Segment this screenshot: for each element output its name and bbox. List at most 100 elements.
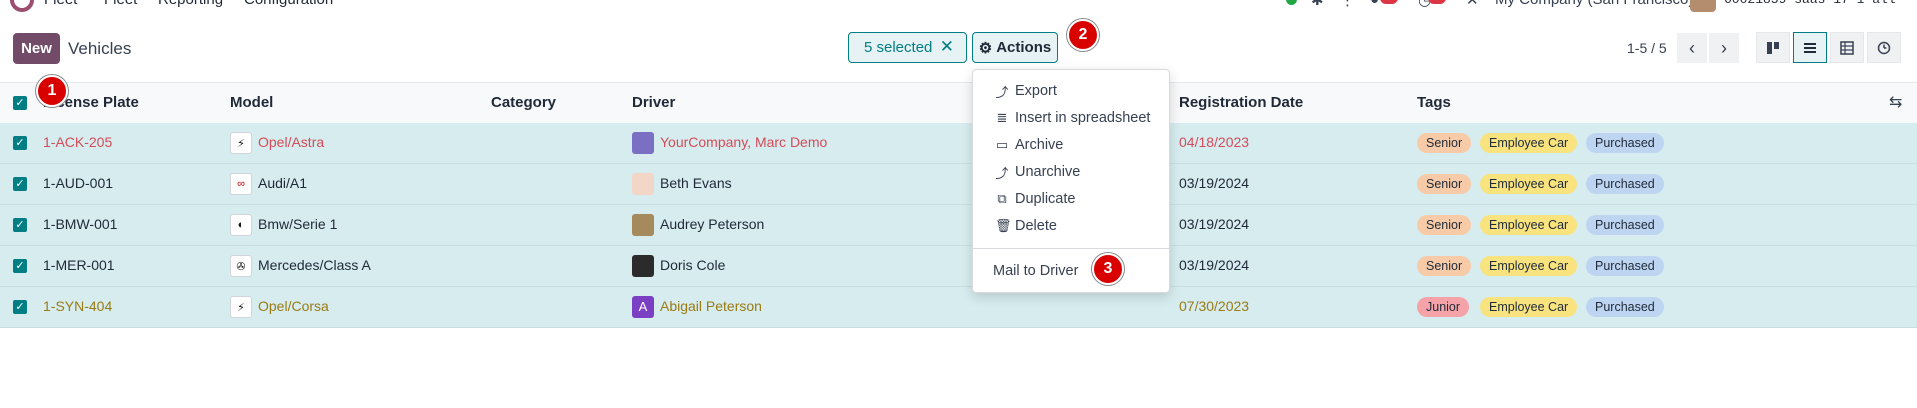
selection-indicator[interactable]: 5 selected ✕ xyxy=(848,32,967,63)
menu-item-archive[interactable]: ▭ Archive xyxy=(973,133,1169,157)
tag-badge: Purchased xyxy=(1586,256,1664,276)
menu-item-duplicate[interactable]: ⧉ Duplicate xyxy=(973,187,1169,211)
license-plate: 1-SYN-404 xyxy=(43,298,113,314)
menu-item-unarchive[interactable]: ⤴ Unarchive xyxy=(973,160,1169,184)
driver-avatar xyxy=(632,132,654,154)
driver-avatar xyxy=(632,214,654,236)
activity-view-icon[interactable] xyxy=(1867,32,1901,63)
list-view-icon[interactable] xyxy=(1793,32,1827,63)
tag-badge: Employee Car xyxy=(1480,297,1578,317)
registration-date: 03/19/2024 xyxy=(1179,175,1250,191)
tag-badge: Purchased xyxy=(1586,174,1664,194)
vehicle-model: Opel/Corsa xyxy=(258,298,329,314)
bug-icon[interactable]: ✱ xyxy=(1311,0,1324,9)
menu-item-insert-spreadsheet[interactable]: ≣ Insert in spreadsheet xyxy=(973,106,1169,130)
column-tags[interactable]: Tags xyxy=(1417,94,1451,111)
mercedes-logo-icon: ✇ xyxy=(230,255,252,277)
page-title: Vehicles xyxy=(68,39,132,58)
select-all-checkbox[interactable]: ✓ xyxy=(13,96,27,110)
row-checkbox[interactable]: ✓ xyxy=(13,136,27,150)
menu-reporting[interactable]: Reporting xyxy=(158,0,223,8)
top-navbar: Fleet Fleet Reporting Configuration ✱ ⋮ … xyxy=(0,0,1917,12)
driver-name[interactable]: YourCompany, Marc Demo xyxy=(660,134,827,150)
tag-badge: Junior xyxy=(1417,297,1470,317)
column-model[interactable]: Model xyxy=(230,94,273,111)
menu-item-mail-to-driver[interactable]: Mail to Driver xyxy=(973,259,1169,283)
fleet-app-logo-icon[interactable] xyxy=(10,0,34,12)
tag-badge: Senior xyxy=(1417,256,1472,276)
spreadsheet-icon: ≣ xyxy=(996,110,1008,125)
actions-button[interactable]: ⚙ Actions xyxy=(972,32,1058,63)
app-name[interactable]: Fleet xyxy=(44,0,77,8)
menu-item-export[interactable]: ⤴ Export xyxy=(973,79,1169,103)
registration-date: 04/18/2023 xyxy=(1179,134,1250,150)
menu-configuration[interactable]: Configuration xyxy=(244,0,333,8)
license-plate: 1-ACK-205 xyxy=(43,134,113,150)
driver-name[interactable]: Beth Evans xyxy=(660,175,732,191)
company-switcher[interactable]: My Company (San Francisco) xyxy=(1495,0,1693,8)
driver-name[interactable]: Audrey Peterson xyxy=(660,216,764,232)
menu-item-label: Delete xyxy=(1015,218,1057,234)
menu-item-label: Unarchive xyxy=(1015,164,1081,180)
pivot-view-icon[interactable] xyxy=(1830,32,1864,63)
pager-next-icon[interactable]: › xyxy=(1709,33,1739,63)
unarchive-icon: ⤴ xyxy=(995,165,1009,181)
tag-badge: Senior xyxy=(1417,215,1472,235)
menu-item-label: Insert in spreadsheet xyxy=(1015,110,1151,126)
table-row[interactable]: ✓ 1-ACK-205 ⚡ Opel/Astra YourCompany, Ma… xyxy=(0,123,1917,164)
table-row[interactable]: ✓ 1-AUD-001 ∞ Audi/A1 Beth Evans 03/19/2… xyxy=(0,164,1917,205)
column-registration-date[interactable]: Registration Date xyxy=(1179,94,1303,111)
table-row[interactable]: ✓ 1-SYN-404 ⚡ Opel/Corsa A Abigail Peter… xyxy=(0,287,1917,328)
actions-label: Actions xyxy=(996,39,1052,56)
license-plate: 1-MER-001 xyxy=(43,257,115,273)
annotation-marker-1: 1 xyxy=(36,75,68,107)
tag-badge: Employee Car xyxy=(1480,215,1578,235)
row-checkbox[interactable]: ✓ xyxy=(13,218,27,232)
column-driver[interactable]: Driver xyxy=(632,94,675,111)
row-checkbox[interactable]: ✓ xyxy=(13,259,27,273)
menu-item-delete[interactable]: 🗑 Delete xyxy=(973,214,1169,238)
tag-badge: Senior xyxy=(1417,174,1472,194)
opel-logo-icon: ⚡ xyxy=(230,132,252,154)
duplicate-icon: ⧉ xyxy=(997,191,1007,206)
kanban-view-icon[interactable] xyxy=(1756,32,1790,63)
tag-badge: Purchased xyxy=(1586,215,1664,235)
table-row[interactable]: ✓ 1-MER-001 ✇ Mercedes/Class A Doris Col… xyxy=(0,246,1917,287)
menu-item-label: Duplicate xyxy=(1015,191,1076,207)
driver-name[interactable]: Abigail Peterson xyxy=(660,298,762,314)
actions-dropdown-menu: ⤴ Export ≣ Insert in spreadsheet ▭ Archi… xyxy=(972,69,1170,293)
selected-count: 5 selected xyxy=(864,39,933,56)
optional-columns-icon[interactable]: ⇆ xyxy=(1889,92,1902,112)
clear-selection-icon[interactable]: ✕ xyxy=(940,37,954,57)
driver-name[interactable]: Doris Cole xyxy=(660,257,725,273)
tag-badge: Employee Car xyxy=(1480,133,1578,153)
activity-badge xyxy=(1428,0,1446,4)
vehicle-model: Bmw/Serie 1 xyxy=(258,216,338,232)
pager-previous-icon[interactable]: ‹ xyxy=(1677,33,1707,63)
menu-item-label: Export xyxy=(1015,83,1057,99)
close-icon[interactable]: ✕ xyxy=(1466,0,1479,9)
row-checkbox[interactable]: ✓ xyxy=(13,177,27,191)
audi-logo-icon: ∞ xyxy=(230,173,252,195)
menu-fleet[interactable]: Fleet xyxy=(104,0,137,8)
apps-grid-icon[interactable]: ⋮ xyxy=(1340,0,1355,9)
tag-badge: Purchased xyxy=(1586,133,1664,153)
table-row[interactable]: ✓ 1-BMW-001 ◐ Bmw/Serie 1 Audrey Peterso… xyxy=(0,205,1917,246)
license-plate: 1-AUD-001 xyxy=(43,175,114,191)
column-category[interactable]: Category xyxy=(491,94,556,111)
menu-divider xyxy=(973,248,1169,249)
opel-logo-icon: ⚡ xyxy=(230,296,252,318)
gear-icon: ⚙ xyxy=(978,39,993,57)
vehicle-model: Audi/A1 xyxy=(258,175,308,191)
pager-value[interactable]: 1-5 / 5 xyxy=(1627,40,1667,56)
driver-avatar xyxy=(632,173,654,195)
export-icon: ⤴ xyxy=(995,84,1009,100)
chat-icon[interactable]: ● xyxy=(1370,0,1379,8)
trash-icon: 🗑 xyxy=(995,218,1012,233)
chat-badge xyxy=(1380,0,1398,4)
registration-date: 03/19/2024 xyxy=(1179,216,1250,232)
tag-badge: Employee Car xyxy=(1480,256,1578,276)
row-checkbox[interactable]: ✓ xyxy=(13,300,27,314)
user-avatar[interactable] xyxy=(1690,0,1716,12)
new-button[interactable]: New xyxy=(13,33,60,64)
